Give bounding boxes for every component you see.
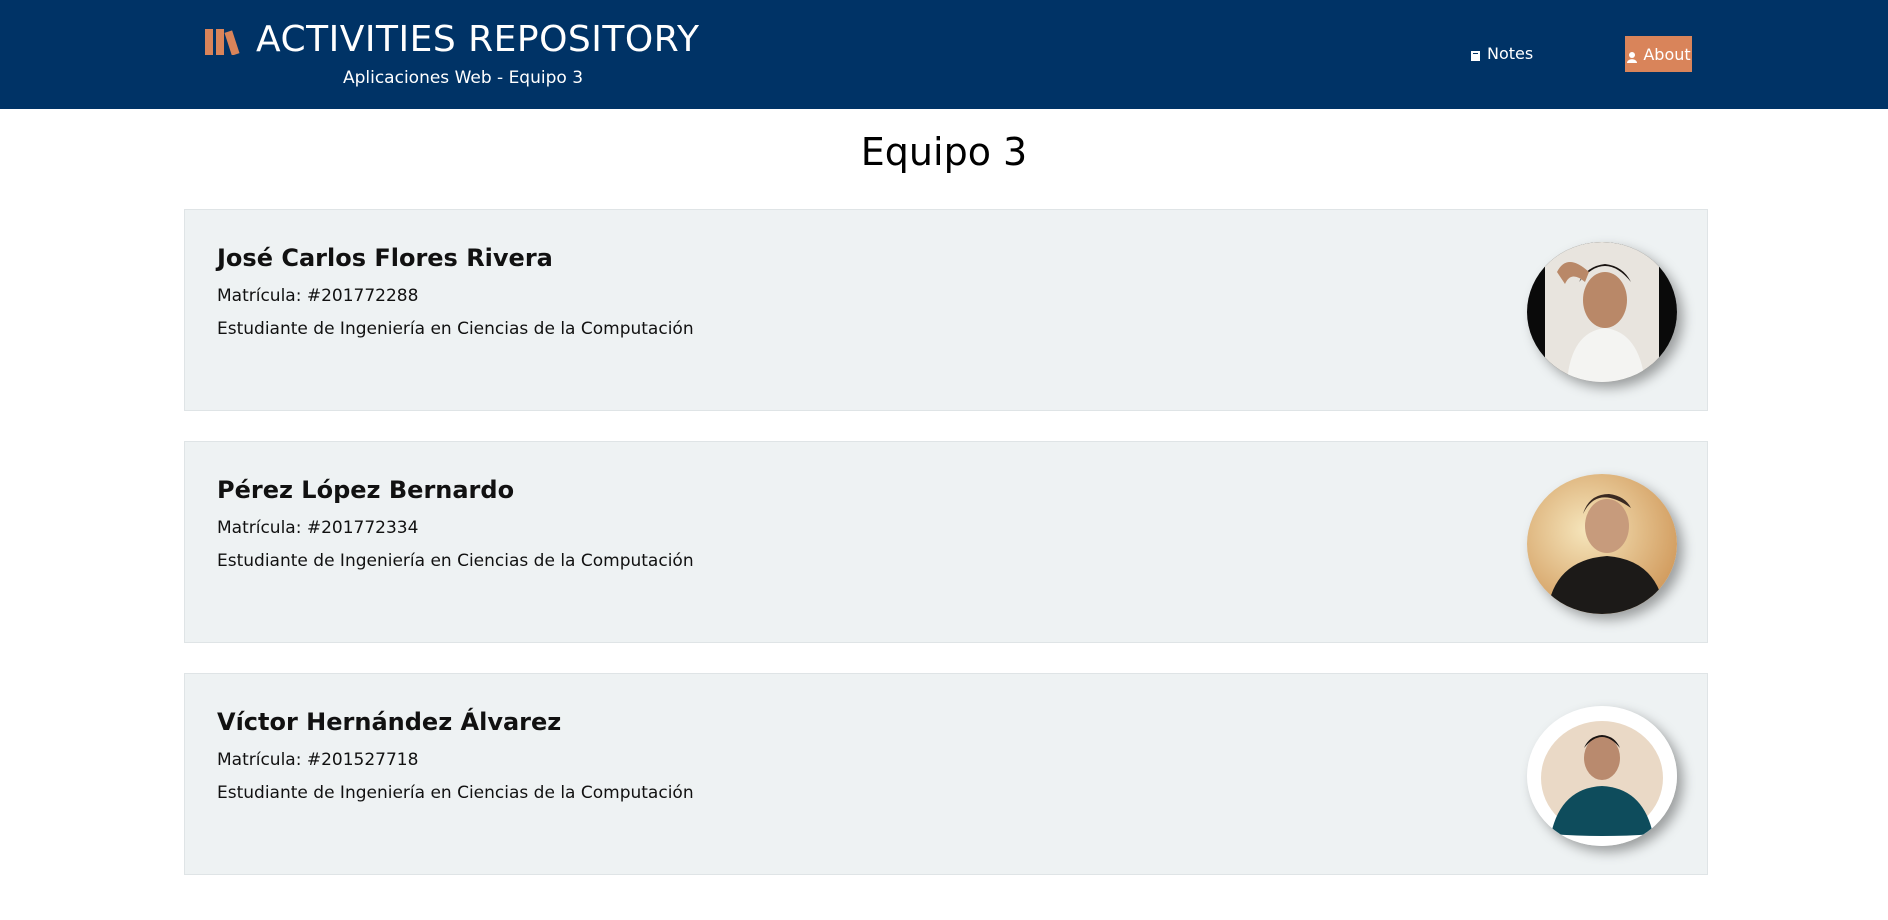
book-icon — [1470, 47, 1482, 61]
member-id: Matrícula: #201772288 — [217, 286, 419, 306]
site-subtitle: Aplicaciones Web - Equipo 3 — [342, 68, 584, 88]
page-title: Equipo 3 — [860, 130, 1028, 174]
member-id: Matrícula: #201527718 — [217, 750, 419, 770]
member-description: Estudiante de Ingeniería en Ciencias de … — [217, 551, 694, 571]
member-avatar — [1527, 242, 1677, 382]
member-description: Estudiante de Ingeniería en Ciencias de … — [217, 783, 694, 803]
brand[interactable]: ACTIVITIES REPOSITORY Aplicaciones Web -… — [204, 18, 699, 88]
nav-notes-link[interactable]: Notes — [1470, 38, 1533, 68]
member-id: Matrícula: #201772334 — [217, 518, 419, 538]
member-card: Víctor Hernández Álvarez Matrícula: #201… — [184, 673, 1708, 875]
member-name: Víctor Hernández Álvarez — [217, 708, 562, 736]
nav-notes-label: Notes — [1487, 43, 1534, 63]
site-title: ACTIVITIES REPOSITORY — [256, 19, 700, 60]
member-card: José Carlos Flores Rivera Matrícula: #20… — [184, 209, 1708, 411]
nav-about-label: About — [1643, 44, 1691, 64]
books-icon — [204, 25, 246, 56]
member-avatar — [1527, 706, 1677, 846]
user-icon — [1626, 48, 1638, 63]
nav-about-button[interactable]: About — [1625, 36, 1692, 72]
top-navbar: ACTIVITIES REPOSITORY Aplicaciones Web -… — [0, 0, 1888, 109]
member-avatar — [1527, 474, 1677, 614]
member-description: Estudiante de Ingeniería en Ciencias de … — [217, 319, 694, 339]
member-card: Pérez López Bernardo Matrícula: #2017723… — [184, 441, 1708, 643]
member-name: José Carlos Flores Rivera — [217, 244, 553, 272]
member-name: Pérez López Bernardo — [217, 476, 515, 504]
